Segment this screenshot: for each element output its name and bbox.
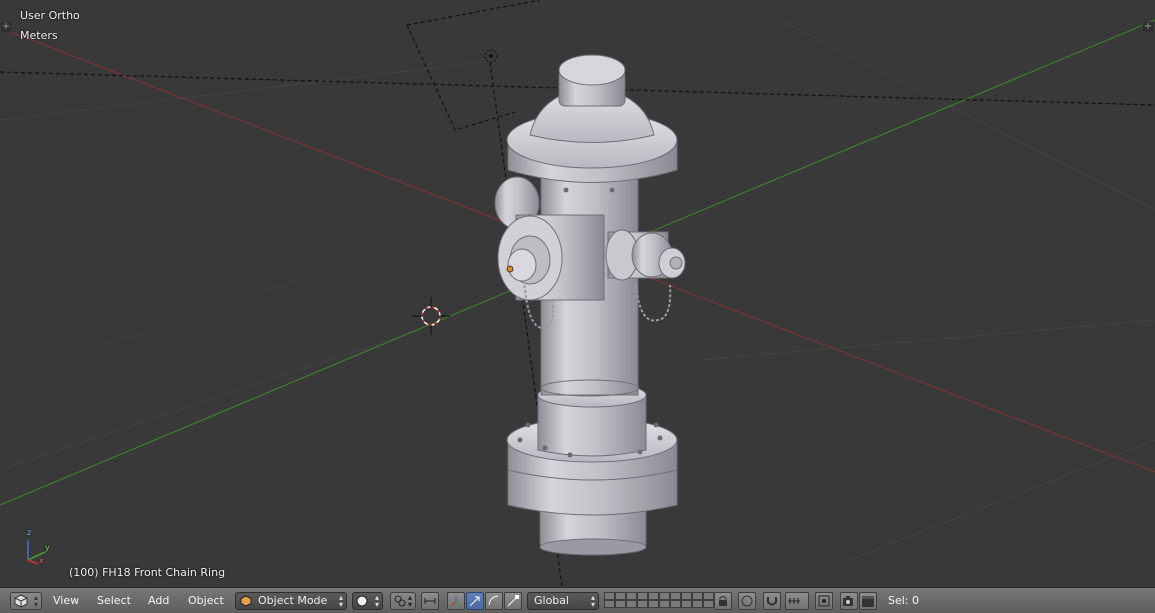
layer-6[interactable] — [659, 592, 670, 600]
menu-view[interactable]: View — [53, 593, 79, 609]
mode-label: Object Mode — [258, 594, 328, 607]
lamp-object — [484, 49, 498, 63]
scale-manipulator-button[interactable] — [504, 592, 522, 610]
layer-16[interactable] — [659, 600, 670, 608]
cube-icon — [14, 594, 28, 608]
selection-count: Sel: 0 — [888, 594, 920, 607]
layer-7[interactable] — [670, 592, 681, 600]
menu-object[interactable]: Object — [188, 593, 224, 609]
viewport-scene — [0, 0, 1155, 587]
layer-13[interactable] — [626, 600, 637, 608]
opengl-animation-button[interactable] — [859, 592, 877, 610]
lock-icon — [719, 596, 727, 606]
axis-y-label: y — [45, 543, 50, 552]
magnet-icon — [767, 597, 777, 606]
pivot-align-button[interactable] — [421, 592, 439, 610]
active-object-label: (100) FH18 Front Chain Ring — [69, 566, 226, 579]
pivot-dropdown[interactable]: ▴ ▾ — [390, 592, 416, 610]
layer-2[interactable] — [615, 592, 626, 600]
editor-type-button[interactable]: ▴ ▾ — [10, 592, 42, 610]
layer-10[interactable] — [703, 592, 714, 600]
camera-icon — [843, 596, 853, 606]
circle-icon — [741, 595, 753, 607]
menu-add[interactable]: Add — [148, 593, 169, 609]
axis-z-label: z — [27, 528, 32, 537]
layer-18[interactable] — [681, 600, 692, 608]
proportional-edit-button[interactable] — [738, 592, 756, 610]
layer-9[interactable] — [692, 592, 703, 600]
viewport-header: ▴ ▾ View Select Add Object Object Mode ▴ ▾… — [0, 587, 1155, 613]
region-expand-left-icon[interactable]: + — [1, 22, 11, 32]
layer-15[interactable] — [648, 600, 659, 608]
orientation-dropdown[interactable]: Global ▴ ▾ — [527, 592, 599, 610]
snap-target-button[interactable] — [815, 592, 833, 610]
rotate-manipulator-button[interactable] — [485, 592, 503, 610]
pivot-icon — [394, 595, 406, 607]
object-mode-icon — [240, 595, 252, 607]
arrow-icon — [469, 596, 480, 607]
layer-4[interactable] — [637, 592, 648, 600]
view-name-label: User Ortho — [20, 9, 80, 22]
opengl-render-button[interactable] — [840, 592, 858, 610]
layer-8[interactable] — [681, 592, 692, 600]
3d-viewport[interactable]: User Ortho Meters (100) FH18 Front Chain… — [0, 0, 1155, 587]
snap-target-icon — [818, 595, 830, 607]
layer-3[interactable] — [626, 592, 637, 600]
sphere-icon — [356, 595, 368, 607]
snap-element-dropdown[interactable] — [785, 592, 809, 610]
align-icon — [424, 598, 436, 604]
manipulator-toggle-button[interactable] — [447, 592, 465, 610]
layer-19[interactable] — [692, 600, 703, 608]
arc-icon — [488, 595, 499, 606]
menu-select[interactable]: Select — [97, 593, 131, 609]
orientation-label: Global — [534, 594, 570, 607]
layer-12[interactable] — [615, 600, 626, 608]
clapperboard-icon — [862, 596, 874, 607]
object-origin — [506, 265, 514, 273]
layer-11[interactable] — [604, 600, 615, 608]
mode-dropdown[interactable]: Object Mode ▴ ▾ — [235, 592, 347, 610]
lock-layers-button[interactable] — [714, 592, 732, 610]
units-label: Meters — [20, 29, 58, 42]
translate-manipulator-button[interactable] — [466, 592, 484, 610]
layer-1[interactable] — [604, 592, 615, 600]
snap-increment-icon — [788, 598, 800, 604]
region-expand-right-icon[interactable]: + — [1143, 22, 1153, 32]
shading-dropdown[interactable]: ▴ ▾ — [352, 592, 383, 610]
manipulator-icon — [450, 596, 462, 607]
layer-17[interactable] — [670, 600, 681, 608]
scale-icon — [507, 595, 519, 607]
layer-20[interactable] — [703, 600, 714, 608]
snap-toggle-button[interactable] — [763, 592, 781, 610]
layer-14[interactable] — [637, 600, 648, 608]
layer-5[interactable] — [648, 592, 659, 600]
axis-x-label: x — [39, 556, 44, 565]
